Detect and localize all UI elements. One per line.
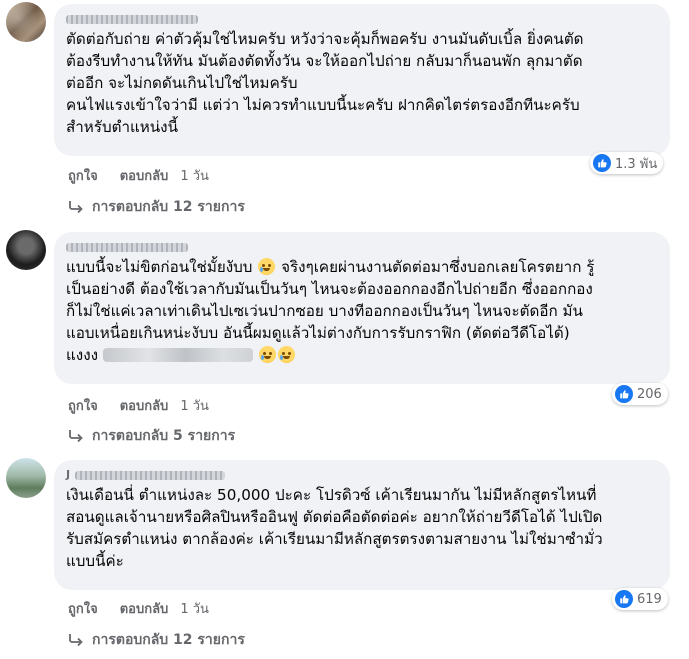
avatar[interactable] bbox=[6, 230, 46, 270]
timestamp[interactable]: 1 วัน bbox=[180, 395, 209, 416]
reply-button[interactable]: ตอบกลับ bbox=[120, 395, 169, 416]
reaction-summary[interactable]: 1.3 พัน bbox=[590, 152, 664, 174]
comment-bubble: แบบนี้จะไม่ขิตก่อนใช่มั้ยงับบ จริงๆเคยผ่… bbox=[54, 232, 670, 384]
comment-text: เงินเดือนนี่ ตำแหน่งละ 50,000 ปะคะ โปรดิ… bbox=[66, 486, 603, 570]
author-name[interactable] bbox=[66, 12, 658, 26]
replies-count-label: การตอบกลับ 12 รายการ bbox=[92, 199, 245, 215]
comment-text: ตัดต่อกับถ่าย ค่าตัวคุ้มใช่ไหมครับ หวังว… bbox=[66, 30, 584, 136]
timestamp[interactable]: 1 วัน bbox=[180, 165, 209, 186]
crying-emoji-icon bbox=[258, 258, 276, 275]
comment-actions: ถูกใจ ตอบกลับ 1 วัน bbox=[68, 166, 231, 184]
text-line: ก็ไม่ใช่แค่เวลาเท่าเดินไปเซเว่นปากซอย บา… bbox=[66, 302, 583, 320]
comment-bubble: ตัดต่อกับถ่าย ค่าตัวคุ้มใช่ไหมครับ หวังว… bbox=[54, 4, 670, 156]
reply-arrow-icon bbox=[68, 634, 84, 646]
view-replies-link[interactable]: การตอบกลับ 12 รายการ bbox=[68, 197, 245, 217]
comment-actions: ถูกใจ ตอบกลับ 1 วัน bbox=[68, 599, 231, 617]
view-replies-link[interactable]: การตอบกลับ 12 รายการ bbox=[68, 630, 245, 650]
avatar[interactable] bbox=[6, 458, 46, 498]
crying-emoji-icon bbox=[277, 346, 295, 363]
reaction-count: 1.3 พัน bbox=[615, 156, 658, 172]
view-replies-link[interactable]: การตอบกลับ 5 รายการ bbox=[68, 426, 235, 446]
author-name[interactable] bbox=[66, 240, 658, 254]
text-line: แอบเหนื่อยเกินหน่ะงับบ อันนี้ผมดูแล้วไม่… bbox=[66, 324, 570, 342]
reply-arrow-icon bbox=[68, 201, 84, 213]
thumbs-up-icon bbox=[593, 154, 611, 172]
reply-button[interactable]: ตอบกลับ bbox=[120, 165, 169, 186]
text-line: แบบนี้จะไม่ขิตก่อนใช่มั้ยงับบ bbox=[66, 258, 253, 276]
replies-count-label: การตอบกลับ 12 รายการ bbox=[92, 632, 245, 648]
thumbs-up-icon bbox=[615, 385, 633, 403]
avatar[interactable] bbox=[6, 2, 46, 42]
timestamp[interactable]: 1 วัน bbox=[180, 598, 209, 619]
author-name[interactable]: J bbox=[66, 468, 658, 482]
like-button[interactable]: ถูกใจ bbox=[68, 165, 98, 186]
text-line: จริงๆเคยผ่านงานตัดต่อมาซึ่งบอกเลยโครตยาก… bbox=[276, 258, 595, 276]
crying-emoji-icon bbox=[258, 346, 276, 363]
reaction-summary[interactable]: 619 bbox=[612, 588, 668, 610]
comment-text: แบบนี้จะไม่ขิตก่อนใช่มั้ยงับบ จริงๆเคยผ่… bbox=[66, 256, 658, 366]
like-button[interactable]: ถูกใจ bbox=[68, 598, 98, 619]
thumbs-up-icon bbox=[615, 590, 633, 608]
reply-button[interactable]: ตอบกลับ bbox=[120, 598, 169, 619]
reaction-count: 206 bbox=[637, 386, 662, 402]
like-button[interactable]: ถูกใจ bbox=[68, 395, 98, 416]
reply-arrow-icon bbox=[68, 430, 84, 442]
replies-count-label: การตอบกลับ 5 รายการ bbox=[92, 428, 236, 444]
reaction-summary[interactable]: 206 bbox=[612, 383, 668, 405]
comment-actions: ถูกใจ ตอบกลับ 1 วัน bbox=[68, 396, 231, 414]
comment-bubble: J เงินเดือนนี่ ตำแหน่งละ 50,000 ปะคะ โปร… bbox=[54, 460, 670, 590]
text-line: เป็นอย่างดี ต้องใช้เวลากับมันเป็นวันๆ ไห… bbox=[66, 280, 593, 298]
reaction-count: 619 bbox=[637, 591, 662, 607]
text-line: แงงง bbox=[66, 346, 99, 364]
blurred-mention bbox=[102, 348, 253, 362]
